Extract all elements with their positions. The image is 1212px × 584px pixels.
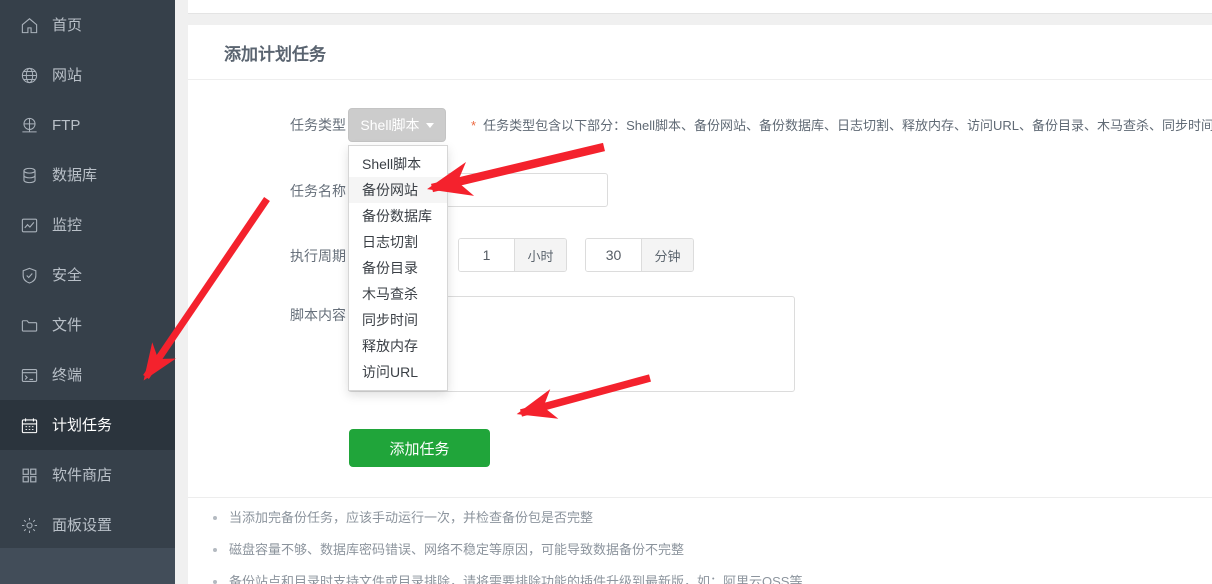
add-task-button[interactable]: 添加任务 xyxy=(349,429,490,467)
required-marker: * xyxy=(471,118,477,133)
sidebar-item-label: 文件 xyxy=(52,316,83,334)
note-text: 磁盘容量不够、数据库密码错误、网络不稳定等原因，可能导致数据备份不完整 xyxy=(229,542,685,557)
hour-group: 小时 xyxy=(458,238,567,272)
sidebar-item-home[interactable]: 首页 xyxy=(0,0,175,50)
menu-item-shell-script[interactable]: Shell脚本 xyxy=(349,151,447,177)
bullet-icon xyxy=(213,548,217,552)
page-title: 添加计划任务 xyxy=(224,44,326,64)
task-type-label: 任务类型 xyxy=(290,117,346,133)
period-label: 执行周期 xyxy=(290,248,346,264)
hour-input[interactable] xyxy=(459,239,514,271)
sidebar-item-cron-task[interactable]: 计划任务 xyxy=(0,400,175,450)
sidebar-item-terminal[interactable]: 终端 xyxy=(0,350,175,400)
script-content-label: 脚本内容 xyxy=(290,307,346,323)
server-icon xyxy=(18,114,40,136)
task-type-dropdown-menu[interactable]: Shell脚本 备份网站 备份数据库 日志切割 备份目录 木马查杀 同步时间 释… xyxy=(348,145,448,391)
sidebar-item-panel-settings[interactable]: 面板设置 xyxy=(0,500,175,550)
sidebar-item-app-store[interactable]: 软件商店 xyxy=(0,450,175,500)
task-type-hint: * 任务类型包含以下部分：Shell脚本、备份网站、备份数据库、日志切割、释放内存… xyxy=(471,115,1212,134)
chart-icon xyxy=(18,214,40,236)
menu-item-backup-website[interactable]: 备份网站 xyxy=(349,177,447,203)
page-root: 首页 网站 FTP 数据库 监控 安全 文件 终端 计划任务 软件商店 面板设置… xyxy=(0,0,1212,584)
grid-icon xyxy=(18,464,40,486)
list-item: 备份站点和目录时支持文件或目录排除，请将需要排除功能的插件升级到最新版，如：阿里… xyxy=(213,573,1113,584)
menu-item-backup-directory[interactable]: 备份目录 xyxy=(349,255,447,281)
list-item: 磁盘容量不够、数据库密码错误、网络不稳定等原因，可能导致数据备份不完整 xyxy=(213,541,1113,559)
note-text: 备份站点和目录时支持文件或目录排除，请将需要排除功能的插件升级到最新版，如：阿里… xyxy=(229,574,803,584)
menu-item-log-rotate[interactable]: 日志切割 xyxy=(349,229,447,255)
bullet-icon xyxy=(213,580,217,584)
hour-unit-label: 小时 xyxy=(514,239,566,271)
sidebar-item-ftp[interactable]: FTP xyxy=(0,100,175,150)
sidebar-item-label: 终端 xyxy=(52,366,83,384)
task-type-select[interactable]: Shell脚本 xyxy=(348,108,446,142)
notes-list: 当添加完备份任务，应该手动运行一次，并检查备份包是否完整 磁盘容量不够、数据库密… xyxy=(213,509,1113,584)
notes-divider xyxy=(188,497,1212,498)
sidebar-item-database[interactable]: 数据库 xyxy=(0,150,175,200)
sidebar-item-label: 数据库 xyxy=(52,166,98,184)
home-icon xyxy=(18,14,40,36)
note-text: 当添加完备份任务，应该手动运行一次，并检查备份包是否完整 xyxy=(229,510,594,525)
calendar-icon xyxy=(18,414,40,436)
globe-icon xyxy=(18,64,40,86)
menu-item-visit-url[interactable]: 访问URL xyxy=(349,359,447,385)
sidebar-item-label: 首页 xyxy=(52,16,83,34)
sidebar-item-label: 面板设置 xyxy=(52,516,113,534)
minute-unit-label: 分钟 xyxy=(641,239,693,271)
folder-icon xyxy=(18,314,40,336)
top-strip xyxy=(188,0,1212,14)
panel-header: 添加计划任务 xyxy=(188,25,1212,80)
main-panel: 添加计划任务 任务类型 Shell脚本 * 任务类型包含以下部分：Shell脚本、… xyxy=(188,25,1212,584)
sidebar-item-label: 软件商店 xyxy=(52,466,113,484)
sidebar-item-website[interactable]: 网站 xyxy=(0,50,175,100)
bullet-icon xyxy=(213,516,217,520)
sidebar-item-label: 安全 xyxy=(52,266,83,284)
sidebar-item-label: 计划任务 xyxy=(52,416,113,434)
sidebar-gutter xyxy=(175,0,188,584)
database-icon xyxy=(18,164,40,186)
task-name-label: 任务名称 xyxy=(290,183,346,199)
terminal-icon xyxy=(18,364,40,386)
task-type-hint-text: 任务类型包含以下部分：Shell脚本、备份网站、备份数据库、日志切割、释放内存、… xyxy=(483,118,1212,133)
list-item: 当添加完备份任务，应该手动运行一次，并检查备份包是否完整 xyxy=(213,509,1113,527)
menu-item-sync-time[interactable]: 同步时间 xyxy=(349,307,447,333)
sidebar-item-label: 监控 xyxy=(52,216,83,234)
shield-icon xyxy=(18,264,40,286)
menu-item-release-memory[interactable]: 释放内存 xyxy=(349,333,447,359)
sidebar-item-security[interactable]: 安全 xyxy=(0,250,175,300)
sidebar-item-label: 网站 xyxy=(52,66,83,84)
chevron-down-icon xyxy=(425,122,434,128)
minute-input[interactable] xyxy=(586,239,641,271)
menu-item-backup-database[interactable]: 备份数据库 xyxy=(349,203,447,229)
minute-group: 分钟 xyxy=(585,238,694,272)
gear-icon xyxy=(18,514,40,536)
sidebar-item-monitor[interactable]: 监控 xyxy=(0,200,175,250)
menu-item-trojan-scan[interactable]: 木马查杀 xyxy=(349,281,447,307)
sidebar-item-label: FTP xyxy=(52,116,81,134)
task-type-selected-value: Shell脚本 xyxy=(360,117,420,133)
sidebar-item-files[interactable]: 文件 xyxy=(0,300,175,350)
sidebar: 首页 网站 FTP 数据库 监控 安全 文件 终端 计划任务 软件商店 面板设置 xyxy=(0,0,175,584)
sidebar-footer xyxy=(0,548,175,584)
